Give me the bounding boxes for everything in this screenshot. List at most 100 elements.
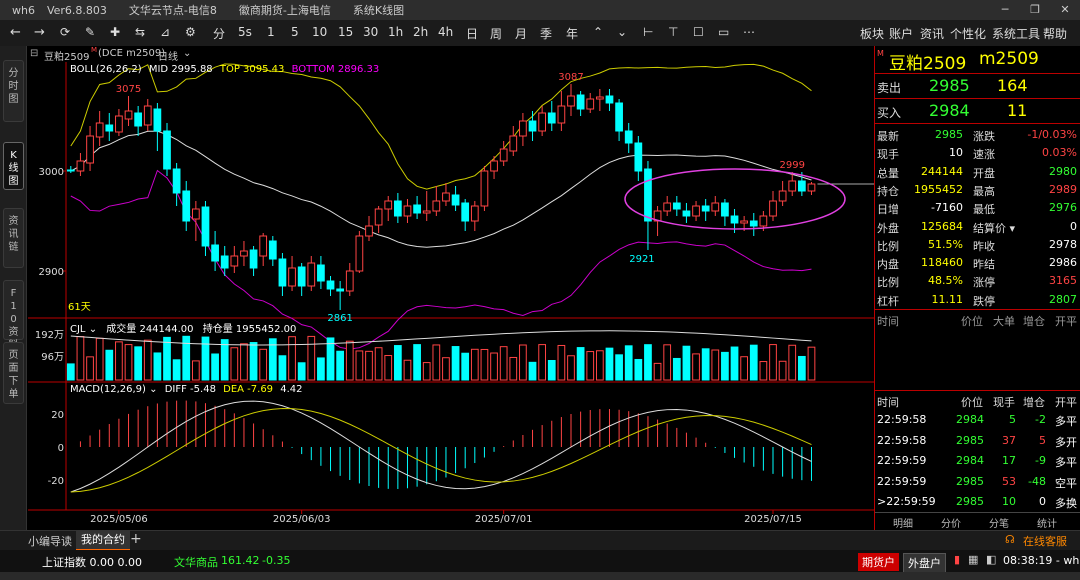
tools-icon[interactable]: ⚙ <box>185 25 196 39</box>
detail-tab-2[interactable]: 分笔 <box>989 515 1009 530</box>
quote-row: 现手 10 速涨 0.03% <box>875 143 1080 161</box>
detail-tab-3[interactable]: 统计 <box>1037 515 1057 530</box>
chart-icon[interactable]: ▦ <box>968 553 978 566</box>
foreign-account-button[interactable]: 外盘户 <box>903 553 946 573</box>
period-label[interactable]: 日线 <box>158 48 178 63</box>
add-tab-icon[interactable]: + <box>130 531 142 547</box>
rect-tool-icon[interactable]: ☐ <box>693 25 704 39</box>
volume-bar <box>740 356 749 381</box>
period-30[interactable]: 30 <box>363 25 378 39</box>
tab-my-contracts[interactable]: 我的合约 <box>76 531 130 551</box>
period-month[interactable]: 月 <box>515 25 527 42</box>
futures-account-button[interactable]: 期货户 <box>858 553 899 571</box>
left-sidebar: 分时图 K线图 资讯链 F10资料 页面下单 <box>0 46 27 530</box>
period-15[interactable]: 15 <box>338 25 353 39</box>
candle-body <box>374 208 383 226</box>
quote-value: 0 <box>1070 219 1077 233</box>
period-dropdown-icon[interactable]: ⌄ <box>183 48 191 59</box>
settle-dropdown-icon[interactable]: ▾ <box>1006 222 1015 235</box>
period-day[interactable]: 日 <box>466 25 478 42</box>
detail-tab-1[interactable]: 分价 <box>941 515 961 530</box>
candle-body <box>307 262 316 287</box>
cjl-name: CJL <box>70 324 86 335</box>
tab-order[interactable]: 页面下单 <box>3 342 24 404</box>
menu-account[interactable]: 账户 <box>889 25 913 42</box>
trade-cell: 0 <box>1039 495 1046 508</box>
period-year[interactable]: 年 <box>566 25 578 42</box>
detail-tab-0[interactable]: 明细 <box>893 515 913 530</box>
ruler-icon[interactable]: ⊢ <box>643 25 653 39</box>
candle-body <box>749 220 758 227</box>
bid-price[interactable]: 2984 <box>929 101 970 120</box>
column-header: 增仓 <box>1023 396 1045 409</box>
period-5[interactable]: 5 <box>291 25 299 39</box>
headset-icon[interactable]: ☊ <box>1005 533 1015 546</box>
period-4h[interactable]: 4h <box>438 25 453 39</box>
sync-icon[interactable]: ⇆ <box>135 25 145 39</box>
online-service[interactable]: 在线客服 <box>1023 533 1067 549</box>
period-1[interactable]: 1 <box>267 25 275 39</box>
bid-label: 买入 <box>877 106 902 120</box>
text-tool-icon[interactable]: ⊤ <box>668 25 678 39</box>
zoom-out-icon[interactable]: ⌄ <box>617 25 627 39</box>
window-tool-icon[interactable]: ▭ <box>718 25 729 39</box>
menu-system-tools[interactable]: 系统工具 <box>992 25 1040 42</box>
candle-body <box>288 267 296 287</box>
broker-name: 徽商期货-上海电信 <box>238 4 331 17</box>
candle-body <box>124 110 133 120</box>
close-icon[interactable]: ✕ <box>1050 0 1080 20</box>
taskbar-strip <box>0 572 1080 580</box>
crosshair-icon[interactable]: ✚ <box>110 25 120 39</box>
minimize-icon[interactable]: ─ <box>990 0 1020 20</box>
trade-cell: 22:59:58 <box>877 433 927 447</box>
refresh-icon[interactable]: ⟳ <box>60 25 70 39</box>
macd-dropdown-icon[interactable]: ⌄ <box>149 384 157 395</box>
boll-mid-line <box>70 130 812 248</box>
volume-bar <box>66 363 75 381</box>
period-2h[interactable]: 2h <box>413 25 428 39</box>
period-min[interactable]: 分 <box>213 25 225 42</box>
volume-bar <box>124 344 133 381</box>
candle-body <box>644 168 652 222</box>
back-icon[interactable]: ← <box>10 25 21 40</box>
tab-timeshare[interactable]: 分时图 <box>3 60 24 122</box>
ask-price[interactable]: 2985 <box>929 76 970 95</box>
period-10[interactable]: 10 <box>312 25 327 39</box>
tab-kline[interactable]: K线图 <box>3 142 24 190</box>
period-week[interactable]: 周 <box>490 25 502 42</box>
period-5s[interactable]: 5s <box>238 25 252 39</box>
menu-help[interactable]: 帮助 <box>1043 25 1067 42</box>
quote-row: 内盘 118460 昨结 2986 <box>875 253 1080 271</box>
quote-label: 结算价 ▾ <box>973 221 1016 235</box>
period-1h[interactable]: 1h <box>388 25 403 39</box>
drawing-icon[interactable]: ✎ <box>85 25 95 39</box>
tab-news-chain[interactable]: 资讯链 <box>3 208 24 268</box>
menu-sector[interactable]: 板块 <box>860 25 884 42</box>
trade-cell: 37 <box>1002 433 1016 447</box>
lock-icon[interactable]: ◧ <box>986 553 996 566</box>
trade-cell: 2985 <box>956 495 984 508</box>
candle-body <box>240 250 248 257</box>
candle-body <box>249 249 258 269</box>
menu-news[interactable]: 资讯 <box>920 25 944 42</box>
candle-body <box>143 105 152 126</box>
volume-bar <box>249 342 258 381</box>
forward-icon[interactable]: → <box>34 25 45 40</box>
zoom-in-icon[interactable]: ⌃ <box>593 25 603 39</box>
period-quarter[interactable]: 季 <box>540 25 552 42</box>
kline-chart[interactable]: 3000 2900 3075 3087 2861 2921 2999 61天 192万 96万 20… <box>28 62 874 530</box>
ask-volume: 164 <box>997 76 1028 95</box>
search-icon[interactable]: ⊟ <box>30 48 38 59</box>
maximize-icon[interactable]: ❐ <box>1020 0 1050 20</box>
menu-personalize[interactable]: 个性化 <box>950 25 986 42</box>
cjl-dropdown-icon[interactable]: ⌄ <box>89 324 97 335</box>
tab-f10[interactable]: F10资料 <box>3 280 24 351</box>
more-icon[interactable]: ⋯ <box>743 25 755 39</box>
candle-body <box>807 183 816 192</box>
column-header: 开平 <box>1055 315 1077 328</box>
column-header: 时间 <box>877 315 899 328</box>
tab-editor-guide[interactable]: 小编导读 <box>28 533 72 549</box>
volume-bar <box>317 357 325 381</box>
quote-row: 日增 -7160 最低 2976 <box>875 198 1080 216</box>
indicator-icon[interactable]: ⊿ <box>160 25 170 39</box>
